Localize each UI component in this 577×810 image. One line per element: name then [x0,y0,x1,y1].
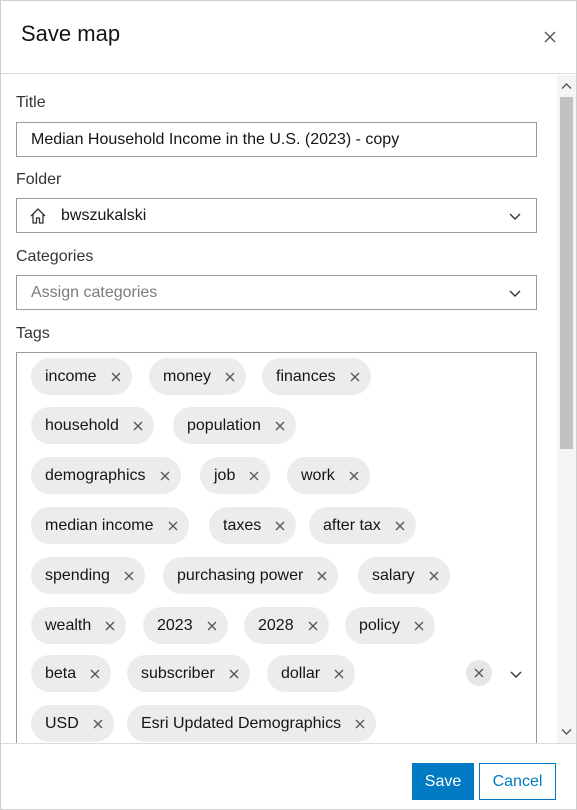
tags-label: Tags [16,325,50,342]
tag-chip: money [149,358,247,395]
tag-chip: salary [358,557,450,594]
categories-placeholder: Assign categories [31,283,158,301]
chevron-down-icon [509,290,521,297]
tag-label: median income [45,516,154,534]
tag-label: population [187,416,261,434]
tag-chip: policy [345,607,435,644]
vertical-scrollbar[interactable] [557,75,576,743]
tag-label: household [45,416,119,434]
remove-tag-icon[interactable] [228,668,240,680]
folder-label: Folder [16,171,62,188]
tag-label: income [45,367,97,385]
remove-tag-icon[interactable] [333,668,345,680]
close-button[interactable] [538,25,562,49]
tag-chip: beta [31,655,112,692]
clear-all-tags-button[interactable] [466,660,492,686]
tag-chip: after tax [309,507,416,544]
close-icon [474,668,484,678]
tag-label: subscriber [141,664,215,682]
tag-chip: 2028 [244,607,329,644]
tag-chip: spending [31,557,145,594]
title-input-value: Median Household Income in the U.S. (202… [31,131,400,148]
tag-chip: purchasing power [163,557,339,594]
remove-tag-icon[interactable] [428,570,440,582]
tag-chip: finances [262,358,371,395]
remove-tag-icon[interactable] [167,520,179,532]
remove-tag-icon[interactable] [159,470,171,482]
tag-label: 2028 [258,616,294,634]
dialog-title: Save map [21,21,121,46]
close-icon [544,31,556,43]
title-input[interactable]: Median Household Income in the U.S. (202… [16,122,537,157]
tag-label: demographics [45,466,146,484]
tag-label: 2023 [157,616,193,634]
remove-tag-icon[interactable] [349,371,361,383]
scroll-down-icon[interactable] [561,728,572,736]
chevron-down-icon[interactable] [509,667,523,681]
tag-label: salary [372,566,415,584]
tag-label: policy [359,616,400,634]
tag-chip: job [200,457,271,494]
tag-chip: Esri Updated Demographics [127,705,377,742]
remove-tag-icon[interactable] [132,420,144,432]
title-label: Title [16,94,46,111]
remove-tag-icon[interactable] [248,470,260,482]
tag-chip: wealth [31,607,127,644]
tag-chip: USD [31,705,114,742]
remove-tag-icon[interactable] [394,520,406,532]
tag-chip: subscriber [127,655,250,692]
remove-tag-icon[interactable] [92,718,104,730]
folder-value: bwszukalski [61,206,147,224]
remove-tag-icon[interactable] [274,420,286,432]
tag-label: wealth [45,616,92,634]
scroll-up-icon[interactable] [561,82,572,90]
tag-chip: demographics [31,457,181,494]
tag-label: job [214,466,236,484]
tag-chip: taxes [209,507,297,544]
tag-label: work [301,466,335,484]
remove-tag-icon[interactable] [316,570,328,582]
dialog-header: Save map [1,1,576,74]
tag-label: beta [45,664,77,682]
tag-chip: population [173,407,296,444]
tag-chip: household [31,407,154,444]
remove-tag-icon[interactable] [224,371,236,383]
categories-label: Categories [16,248,94,265]
tag-label: dollar [281,664,321,682]
scrollbar-thumb[interactable] [560,97,573,449]
remove-tag-icon[interactable] [104,620,116,632]
save-button[interactable]: Save [412,763,474,800]
tag-label: after tax [323,516,381,534]
tag-chip: income [31,358,132,395]
dialog-content: Title Median Household Income in the U.S… [1,75,557,743]
remove-tag-icon[interactable] [89,668,101,680]
dialog-footer: Save Cancel [1,743,576,809]
save-map-dialog: Save map Title Median Household Income i… [0,0,577,810]
tag-label: finances [276,367,336,385]
remove-tag-icon[interactable] [123,570,135,582]
remove-tag-icon[interactable] [110,371,122,383]
remove-tag-icon[interactable] [206,620,218,632]
cancel-button[interactable]: Cancel [479,763,556,800]
folder-select[interactable]: bwszukalski [16,198,537,233]
tag-label: Esri Updated Demographics [141,714,342,732]
tag-chip: 2023 [143,607,228,644]
tag-label: taxes [223,516,262,534]
home-icon [29,206,49,226]
tag-chip: dollar [267,655,356,692]
chevron-down-icon [509,213,521,220]
remove-tag-icon[interactable] [413,620,425,632]
tag-label: spending [45,566,110,584]
tag-label: USD [45,714,79,732]
tag-label: purchasing power [177,566,304,584]
remove-tag-icon[interactable] [274,520,286,532]
tag-chip: median income [31,507,189,544]
remove-tag-icon[interactable] [348,470,360,482]
tags-combobox[interactable]: income money finances household populati… [16,352,537,743]
remove-tag-icon[interactable] [354,718,366,730]
tag-chip: work [287,457,370,494]
categories-select[interactable]: Assign categories [16,275,537,310]
remove-tag-icon[interactable] [307,620,319,632]
tag-label: money [163,367,212,385]
